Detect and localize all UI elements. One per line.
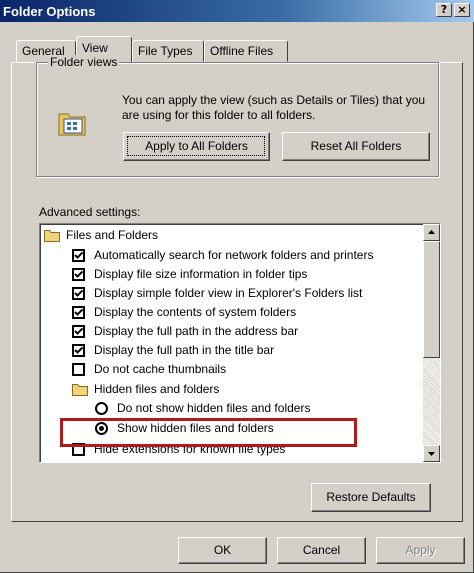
checkbox-box[interactable] — [72, 344, 85, 357]
checkbox-box[interactable] — [72, 249, 85, 262]
folder-icon — [72, 384, 88, 396]
tree-item-label: Hidden files and folders — [94, 382, 220, 396]
window-title: Folder Options — [3, 4, 96, 19]
reset-all-folders-button[interactable]: Reset All Folders — [282, 132, 430, 161]
tab-file-types-label: File Types — [138, 44, 193, 58]
checkmark-icon — [74, 251, 83, 259]
checkbox-box[interactable] — [72, 363, 85, 376]
checkbox-label: Display file size information in folder … — [94, 267, 308, 281]
apply-label: Apply — [405, 543, 436, 557]
checkbox-label: Display simple folder view in Explorer's… — [94, 286, 363, 300]
restore-defaults-button[interactable]: Restore Defaults — [311, 483, 431, 512]
tree-item-label: Files and Folders — [66, 228, 159, 242]
checkmark-icon — [74, 270, 83, 278]
ok-button[interactable]: OK — [178, 537, 267, 564]
cancel-label: Cancel — [302, 543, 341, 557]
help-icon: ? — [440, 3, 448, 16]
arrow-down-icon — [428, 452, 435, 456]
radio-label: Do not show hidden files and folders — [117, 401, 311, 415]
advanced-settings-label: Advanced settings: — [39, 205, 141, 219]
cancel-button[interactable]: Cancel — [277, 537, 366, 564]
help-button[interactable]: ? — [436, 3, 452, 17]
checkbox-label: Automatically search for network folders… — [94, 248, 374, 262]
tab-offline-files[interactable]: Offline Files — [204, 40, 288, 62]
checkbox-box[interactable] — [72, 325, 85, 338]
folder-views-description: You can apply the view (such as Details … — [122, 93, 426, 122]
scroll-up-button[interactable] — [423, 224, 440, 241]
folder-views-legend: Folder views — [48, 55, 120, 69]
scroll-thumb[interactable] — [423, 241, 440, 358]
checkbox-box[interactable] — [72, 306, 85, 319]
close-button[interactable]: × — [454, 3, 470, 17]
checkbox-label: Display the full path in the address bar — [94, 324, 299, 338]
checkbox-label: Display the contents of system folders — [94, 305, 297, 319]
checkmark-icon — [74, 327, 83, 335]
checkbox-label: Do not cache thumbnails — [94, 362, 227, 376]
folder-options-icon — [58, 113, 86, 136]
tab-offline-files-label: Offline Files — [210, 44, 274, 58]
ok-label: OK — [213, 543, 232, 557]
checkbox-box[interactable] — [72, 287, 85, 300]
title-bar[interactable]: Folder Options ? × — [0, 0, 474, 22]
close-icon: × — [457, 3, 467, 16]
apply-button[interactable]: Apply — [376, 537, 465, 564]
reset-all-folders-label: Reset All Folders — [310, 139, 402, 153]
checkmark-icon — [74, 308, 83, 316]
restore-defaults-label: Restore Defaults — [326, 490, 416, 504]
focus-rect — [127, 136, 265, 156]
scroll-down-button[interactable] — [423, 445, 440, 462]
checkmark-icon — [74, 346, 83, 354]
tab-view-label: View — [82, 41, 108, 55]
tab-file-types[interactable]: File Types — [132, 40, 204, 62]
checkmark-icon — [74, 289, 83, 297]
arrow-up-icon — [428, 230, 435, 234]
annotation-highlight-box — [60, 418, 357, 447]
apply-to-all-folders-button[interactable]: Apply to All Folders — [123, 132, 270, 161]
folder-options-dialog: Folder Options ? × General View File Typ… — [0, 0, 474, 573]
checkbox-label: Display the full path in the title bar — [94, 343, 275, 357]
vertical-scrollbar[interactable] — [423, 224, 440, 462]
checkbox-box[interactable] — [72, 268, 85, 281]
radio-button[interactable] — [95, 402, 108, 415]
folder-icon — [44, 230, 60, 242]
